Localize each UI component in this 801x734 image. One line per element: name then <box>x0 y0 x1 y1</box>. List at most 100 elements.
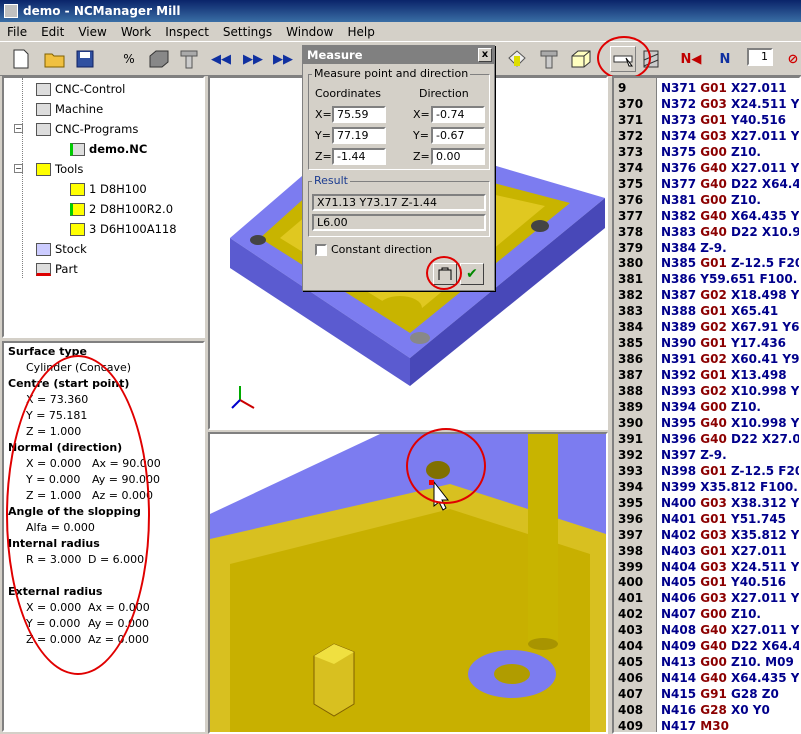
menu-window[interactable]: Window <box>279 25 340 39</box>
tree-item-part[interactable]: Part <box>36 260 78 278</box>
menu-view[interactable]: View <box>71 25 113 39</box>
coord-y-field[interactable]: 77.19 <box>332 127 386 144</box>
collapse-icon[interactable]: − <box>14 124 23 133</box>
step-icon[interactable]: ▶▶ <box>240 46 266 72</box>
tree-item-tool-3[interactable]: 3 D6H100A118 <box>70 220 177 238</box>
code-text: N372 G03 X24.511 Y5 <box>657 96 801 112</box>
code-line[interactable]: 403 N408 G40 X27.011 Y3 <box>614 622 799 638</box>
stock-box-icon[interactable] <box>146 46 172 72</box>
code-text: N388 G01 X65.41 <box>657 303 778 319</box>
open-folder-icon[interactable] <box>42 46 68 72</box>
constant-direction-checkbox[interactable] <box>315 244 327 256</box>
menu-settings[interactable]: Settings <box>216 25 279 39</box>
menu-help[interactable]: Help <box>340 25 381 39</box>
code-text: N393 G02 X10.998 Y1 <box>657 383 799 399</box>
dir-x-field[interactable]: -0.74 <box>431 106 485 123</box>
percent-icon[interactable]: % <box>116 46 142 72</box>
tree-item-stock[interactable]: Stock <box>36 240 87 258</box>
code-line[interactable]: 382 N387 G02 X18.498 Y6 <box>614 287 799 303</box>
save-icon[interactable] <box>72 46 98 72</box>
rewind-icon[interactable]: ◀◀ <box>208 46 234 72</box>
code-line[interactable]: 392 N397 Z-9. <box>614 447 799 463</box>
coord-z-field[interactable]: -1.44 <box>332 148 386 165</box>
stop-icon[interactable]: ⊘ <box>780 46 801 72</box>
tool-compare-icon[interactable] <box>536 46 562 72</box>
tool-number-field[interactable]: 1 <box>747 48 773 66</box>
block-number: N409 <box>661 639 701 654</box>
code-line[interactable]: 386 N391 G02 X60.41 Y9.9 <box>614 351 799 367</box>
dialog-close-button[interactable]: x <box>478 48 492 62</box>
code-text: N413 G00 Z10. M09 <box>657 654 794 670</box>
tree-item-demo-nc[interactable]: demo.NC <box>70 140 147 158</box>
code-line[interactable]: 406 N414 G40 X64.435 Y2 <box>614 670 799 686</box>
code-line[interactable]: 377 N382 G40 X64.435 Y2 <box>614 208 799 224</box>
code-line[interactable]: 374 N376 G40 X27.011 Y3 <box>614 160 799 176</box>
code-line[interactable]: 379 N384 Z-9. <box>614 240 799 256</box>
code-line[interactable]: 408 N416 G28 X0 Y0 <box>614 702 799 718</box>
tool-icon[interactable] <box>176 46 202 72</box>
code-line[interactable]: 370 N372 G03 X24.511 Y5 <box>614 96 801 112</box>
code-line[interactable]: 405 N413 G00 Z10. M09 <box>614 654 799 670</box>
tree-item-cnc-programs[interactable]: CNC-Programs <box>36 120 138 138</box>
nc-code-listing[interactable]: 9 N371 G01 X27.011 370 N372 G03 X24.511 Y5 3… <box>612 76 801 734</box>
code-line[interactable]: 388 N393 G02 X10.998 Y1 <box>614 383 799 399</box>
code-line[interactable]: 383 N388 G01 X65.41 <box>614 303 799 319</box>
code-line[interactable]: 371 N373 G01 Y40.516 <box>614 112 799 128</box>
ok-checkmark-button[interactable]: ✔ <box>460 263 484 285</box>
play-icon[interactable]: ▶▶ <box>270 46 296 72</box>
n-tool-icon[interactable]: N <box>712 46 738 72</box>
coord-x-field[interactable]: 75.59 <box>332 106 386 123</box>
code-line[interactable]: 409 N417 M30 <box>614 718 799 732</box>
code-line[interactable]: 399 N404 G03 X24.511 Y5 <box>614 559 799 575</box>
code-line[interactable]: 394 N399 X35.812 F100. <box>614 479 799 495</box>
menu-work[interactable]: Work <box>114 25 158 39</box>
tree-item-machine[interactable]: Machine <box>36 100 103 118</box>
code-line[interactable]: 384 N389 G02 X67.91 Y64 <box>614 319 799 335</box>
tree-item-cnc-control[interactable]: CNC-Control <box>36 80 125 98</box>
tree-line <box>22 78 23 278</box>
code-line[interactable]: 373 N375 G00 Z10. <box>614 144 799 160</box>
tree-item-tool-1[interactable]: 1 D8H100 <box>70 180 147 198</box>
collapse-icon[interactable]: − <box>14 164 23 173</box>
code-line[interactable]: 400 N405 G01 Y40.516 <box>614 574 799 590</box>
code-line[interactable]: 372 N374 G03 X27.011 Y3 <box>614 128 799 144</box>
code-line[interactable]: 389 N394 G00 Z10. <box>614 399 799 415</box>
code-line[interactable]: 378 N383 G40 D22 X10.99 <box>614 224 799 240</box>
n-rewind-icon[interactable]: N◀ <box>678 46 704 72</box>
code-line[interactable]: 9 N371 G01 X27.011 <box>614 80 799 96</box>
code-line[interactable]: 407 N415 G91 G28 Z0 <box>614 686 799 702</box>
code-line[interactable]: 398 N403 G01 X27.011 <box>614 543 799 559</box>
code-line[interactable]: 397 N402 G03 X35.812 Y5 <box>614 527 799 543</box>
tool-view-icon[interactable] <box>504 46 530 72</box>
code-line[interactable]: 390 N395 G40 X10.998 Y1 <box>614 415 799 431</box>
code-line[interactable]: 402 N407 G00 Z10. <box>614 606 799 622</box>
menu-edit[interactable]: Edit <box>34 25 71 39</box>
block-number: N381 <box>661 192 701 207</box>
tree-item-tools[interactable]: Tools <box>36 160 83 178</box>
code-line[interactable]: 401 N406 G03 X27.011 Y3 <box>614 590 799 606</box>
code-line[interactable]: 393 N398 G01 Z-12.5 F200 <box>614 463 799 479</box>
code-line[interactable]: 376 N381 G00 Z10. <box>614 192 799 208</box>
code-args: X24.511 Y5 <box>726 96 801 111</box>
code-line[interactable]: 380 N385 G01 Z-12.5 F200 <box>614 255 799 271</box>
code-line[interactable]: 404 N409 G40 D22 X64.43 <box>614 638 799 654</box>
code-line[interactable]: 395 N400 G03 X38.312 Y4 <box>614 495 799 511</box>
menu-file[interactable]: File <box>0 25 34 39</box>
code-line[interactable]: 391 N396 G40 D22 X27.01 <box>614 431 799 447</box>
code-line[interactable]: 385 N390 G01 Y17.436 <box>614 335 799 351</box>
code-line[interactable]: 396 N401 G01 Y51.745 <box>614 511 799 527</box>
g-code: G03 <box>700 96 727 111</box>
code-line[interactable]: 375 N377 G40 D22 X64.43 <box>614 176 799 192</box>
new-file-icon[interactable] <box>8 46 34 72</box>
viewport-detail[interactable] <box>208 428 608 734</box>
code-args: X27.011 <box>726 543 787 558</box>
dir-z-field[interactable]: 0.00 <box>431 148 485 165</box>
code-line[interactable]: 381 N386 Y59.651 F100. <box>614 271 799 287</box>
code-line[interactable]: 387 N392 G01 X13.498 <box>614 367 799 383</box>
tree-item-tool-2[interactable]: 2 D8H100R2.0 <box>70 200 173 218</box>
menu-inspect[interactable]: Inspect <box>158 25 216 39</box>
dir-y-field[interactable]: -0.67 <box>431 127 485 144</box>
line-number: 377 <box>618 208 644 223</box>
wireframe-box-icon[interactable] <box>568 46 594 72</box>
block-number: N373 <box>661 112 701 127</box>
